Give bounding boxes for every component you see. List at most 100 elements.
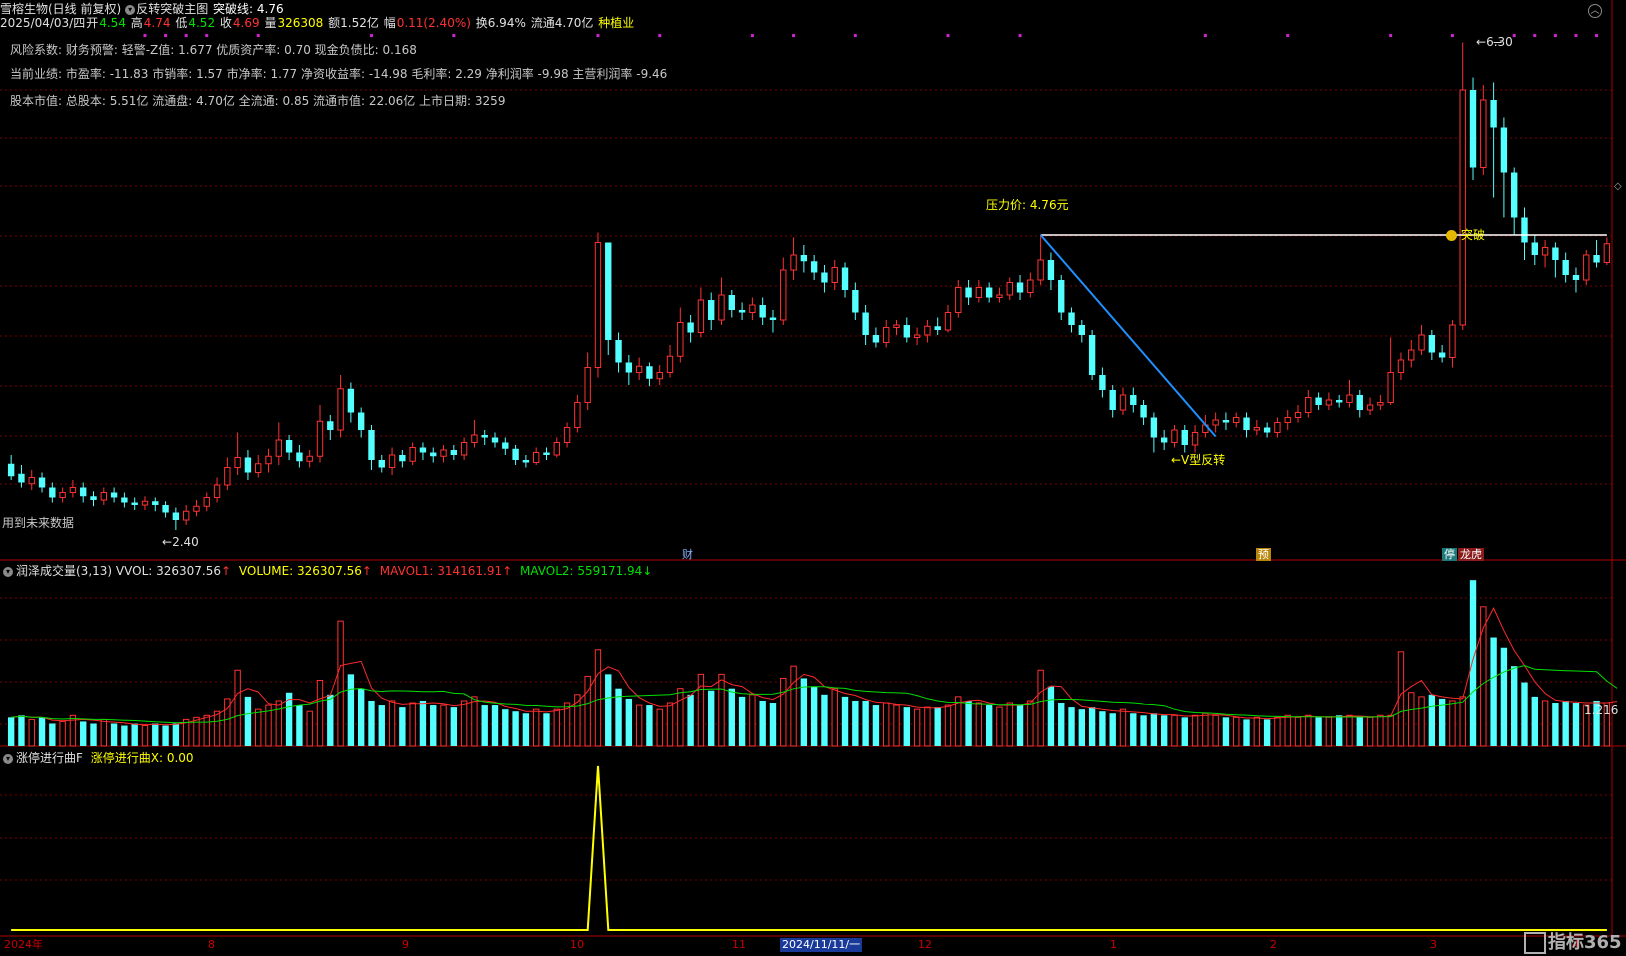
candle-body-29 xyxy=(306,455,313,462)
candle-body-22 xyxy=(234,457,241,468)
indicator-toggle-icon[interactable]: ▾ xyxy=(125,4,136,15)
candle-body-8 xyxy=(90,496,97,500)
volume-panel-title[interactable]: 润泽成交量(3,13) xyxy=(16,564,112,578)
vol-bar-80 xyxy=(831,688,838,747)
candle-117 xyxy=(1212,412,1219,433)
badge-ting[interactable]: 停 xyxy=(1442,548,1457,561)
candle-87 xyxy=(903,317,910,343)
candle-111 xyxy=(1150,412,1158,453)
candle-body-113 xyxy=(1171,429,1178,443)
vol-bar-9 xyxy=(100,718,107,747)
candle-6 xyxy=(69,480,77,498)
candle-body-111 xyxy=(1150,417,1158,438)
candlestick-series xyxy=(7,42,1611,530)
candle-body-98 xyxy=(1016,282,1024,293)
candle-body-77 xyxy=(800,255,808,262)
vol-bar-81 xyxy=(841,696,849,746)
badge-longhu[interactable]: 龙虎 xyxy=(1458,548,1484,561)
candle-75 xyxy=(780,257,787,325)
candle-body-53 xyxy=(553,442,560,456)
high-marker-value: 6.30 xyxy=(1486,35,1513,49)
candle-18 xyxy=(193,500,200,517)
axis-m9: 9 xyxy=(402,938,409,951)
candle-123 xyxy=(1274,417,1281,438)
candle-124 xyxy=(1284,410,1291,430)
badge-yu[interactable]: 预 xyxy=(1256,548,1271,561)
vol-bar-107 xyxy=(1109,713,1116,746)
candle-body-104 xyxy=(1078,325,1086,335)
collapse-icon[interactable]: ︿ xyxy=(1588,4,1602,18)
change-value: 0.11(2.40%) xyxy=(396,16,471,30)
candle-body-110 xyxy=(1140,405,1147,418)
candle-body-71 xyxy=(738,310,746,313)
candle-28 xyxy=(296,445,303,468)
candle-body-78 xyxy=(810,261,818,273)
signal-dot-22 xyxy=(1595,34,1599,37)
candle-154 xyxy=(1593,240,1600,268)
candle-body-112 xyxy=(1160,437,1168,443)
signal-dot-7 xyxy=(596,34,600,37)
info-risk: 风险系数: 财务预警: 轻警-Z值: 1.677 优质资产率: 0.70 现金负… xyxy=(10,43,417,57)
candle-body-5 xyxy=(59,492,66,498)
signal-dot-15 xyxy=(1286,34,1290,37)
candle-body-15 xyxy=(162,505,169,513)
vol-bar-76 xyxy=(790,665,797,747)
candle-107 xyxy=(1109,385,1116,418)
panel-toggle-icon[interactable]: ▾ xyxy=(3,566,13,577)
candle-142 xyxy=(1469,77,1477,180)
vol-bar-15 xyxy=(162,725,169,746)
vol-bar-109 xyxy=(1130,713,1137,746)
candle-78 xyxy=(810,255,818,280)
candle-body-148 xyxy=(1531,242,1538,255)
signal-dot-9 xyxy=(750,34,754,37)
candle-body-123 xyxy=(1274,422,1281,433)
candle-body-31 xyxy=(327,421,334,430)
vol-bar-63 xyxy=(656,708,663,747)
candle-130 xyxy=(1346,380,1353,408)
candle-94 xyxy=(975,280,983,303)
candle-body-25 xyxy=(265,455,272,465)
candle-body-137 xyxy=(1418,334,1425,351)
candle-136 xyxy=(1408,340,1415,368)
limit-series-label: 涨停进行曲X: 0.00 xyxy=(90,751,194,765)
candle-body-37 xyxy=(388,454,396,468)
vol-bar-150 xyxy=(1552,703,1559,746)
signal-dot-2 xyxy=(184,34,188,37)
candle-body-93 xyxy=(965,287,972,298)
diamond-icon[interactable]: ◇ xyxy=(1614,180,1622,194)
candle-64 xyxy=(666,345,674,378)
badge-cai[interactable]: 财 xyxy=(680,548,695,561)
axis-m10: 10 xyxy=(570,938,584,951)
high-value: 4.74 xyxy=(143,16,171,30)
candle-149 xyxy=(1541,240,1549,268)
limit-panel-title[interactable]: 涨停进行曲F xyxy=(16,751,83,765)
candle-118 xyxy=(1222,412,1230,430)
candle-body-151 xyxy=(1562,260,1569,275)
panel-toggle-icon-2[interactable]: ▾ xyxy=(3,753,13,764)
candle-body-38 xyxy=(399,455,406,462)
volume-right-value: 1.216 xyxy=(1584,703,1619,717)
candle-76 xyxy=(790,237,797,280)
vol-bar-53 xyxy=(553,708,560,747)
candle-148 xyxy=(1531,235,1538,265)
vol-bar-16 xyxy=(172,723,180,746)
signal-dot-11 xyxy=(853,34,857,37)
candle-46 xyxy=(481,430,488,445)
candle-body-125 xyxy=(1294,412,1302,418)
vol-bar-19 xyxy=(203,714,210,747)
candle-101 xyxy=(1047,252,1055,290)
sector-value[interactable]: 种植业 xyxy=(598,16,634,30)
limit-up-line xyxy=(11,765,1607,931)
low-marker-label: ←2.40 xyxy=(162,535,199,549)
candle-34 xyxy=(357,407,365,438)
candle-body-42 xyxy=(440,449,447,457)
vol-bar-140 xyxy=(1449,700,1456,747)
vol-bar-46 xyxy=(481,705,488,746)
candle-body-139 xyxy=(1438,352,1446,358)
candle-body-132 xyxy=(1366,404,1374,411)
candle-body-72 xyxy=(749,304,756,313)
vol-bar-114 xyxy=(1181,717,1188,746)
vol-bar-41 xyxy=(430,705,437,746)
candle-36 xyxy=(378,455,385,473)
candle-129 xyxy=(1335,395,1343,408)
